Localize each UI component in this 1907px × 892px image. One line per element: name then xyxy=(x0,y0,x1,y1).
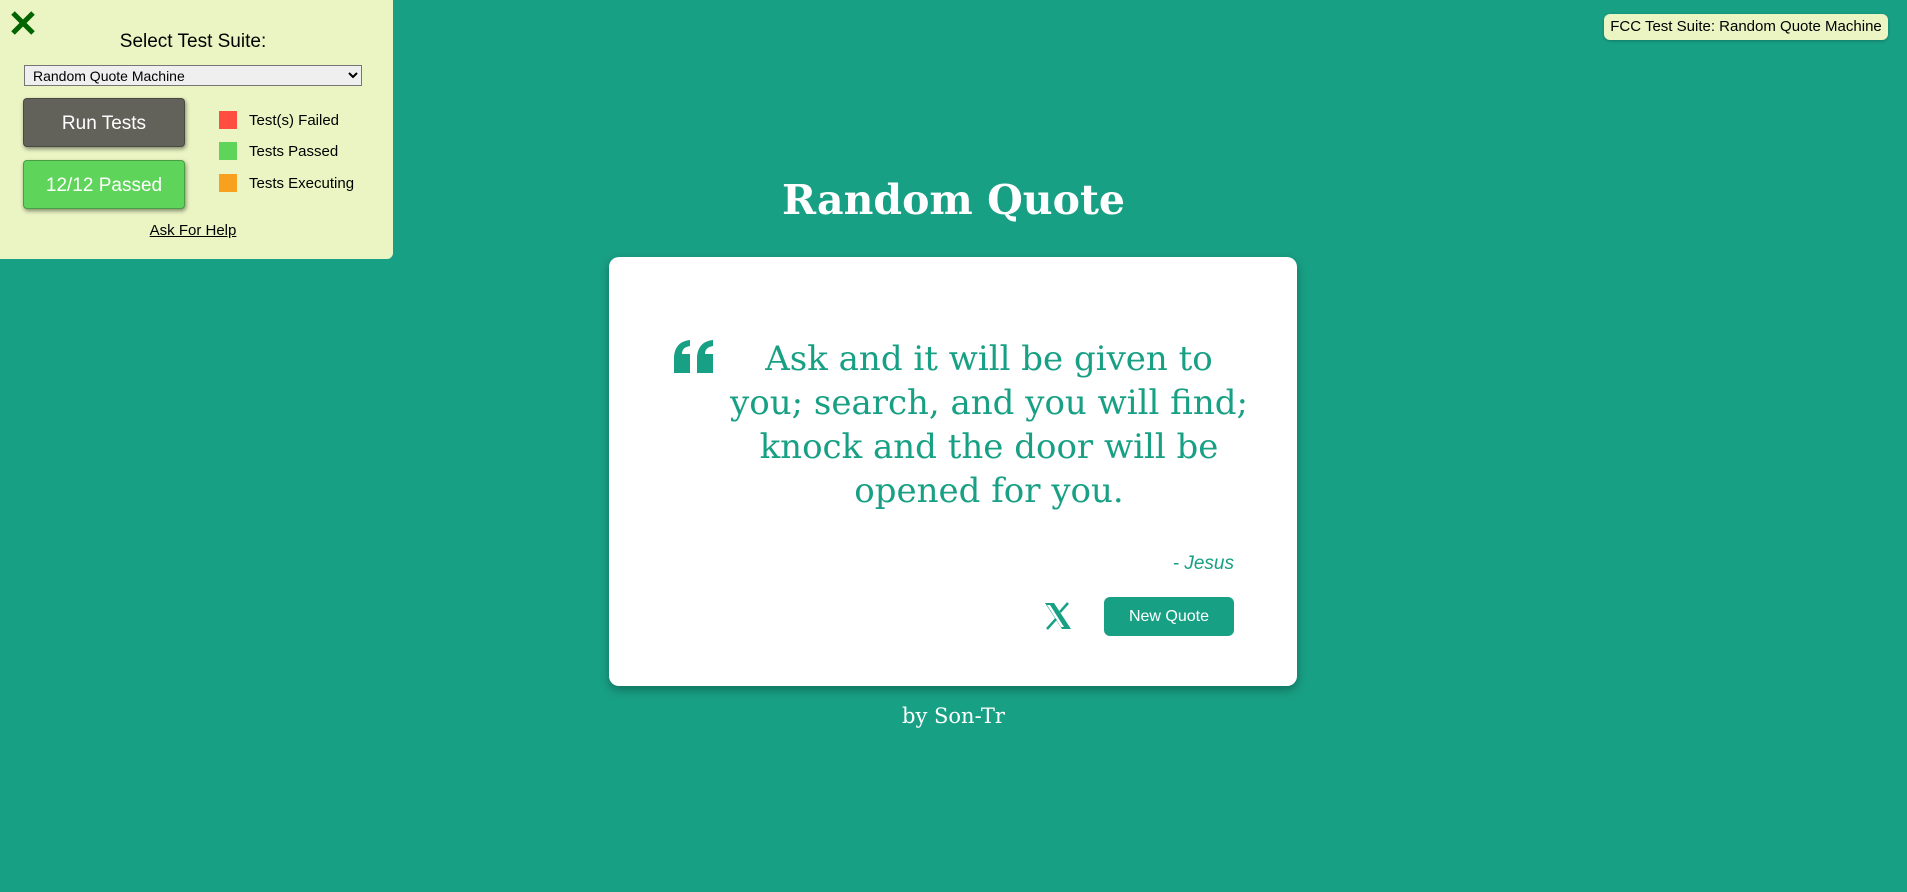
legend-passed: Tests Passed xyxy=(219,142,338,160)
legend-label: Tests Passed xyxy=(249,142,339,160)
byline: by Son-Tr xyxy=(902,704,1005,728)
quote-box: Ask and it will be given to you; search,… xyxy=(609,257,1297,686)
quote-author: - Jesus xyxy=(1172,553,1234,574)
page-title: Random Quote xyxy=(782,176,1125,224)
passed-swatch xyxy=(219,142,237,160)
run-tests-button[interactable]: Run Tests xyxy=(23,98,185,147)
failed-swatch xyxy=(219,111,237,129)
x-twitter-icon[interactable] xyxy=(1043,601,1073,631)
new-quote-button[interactable]: New Quote xyxy=(1104,597,1234,636)
test-suite-title: Select Test Suite: xyxy=(119,31,267,52)
legend-label: Test(s) Failed xyxy=(249,111,340,129)
ask-for-help-link[interactable]: Ask For Help xyxy=(0,222,386,239)
quote-left-icon xyxy=(674,340,713,373)
page: Select Test Suite: Random Quote Machine … xyxy=(0,0,1907,892)
test-suite-select[interactable]: Random Quote Machine xyxy=(24,65,362,86)
legend-failed: Test(s) Failed xyxy=(219,111,339,129)
fcc-suite-badge: FCC Test Suite: Random Quote Machine xyxy=(1604,14,1888,40)
quote-text: Ask and it will be given to you; search,… xyxy=(730,339,1248,511)
